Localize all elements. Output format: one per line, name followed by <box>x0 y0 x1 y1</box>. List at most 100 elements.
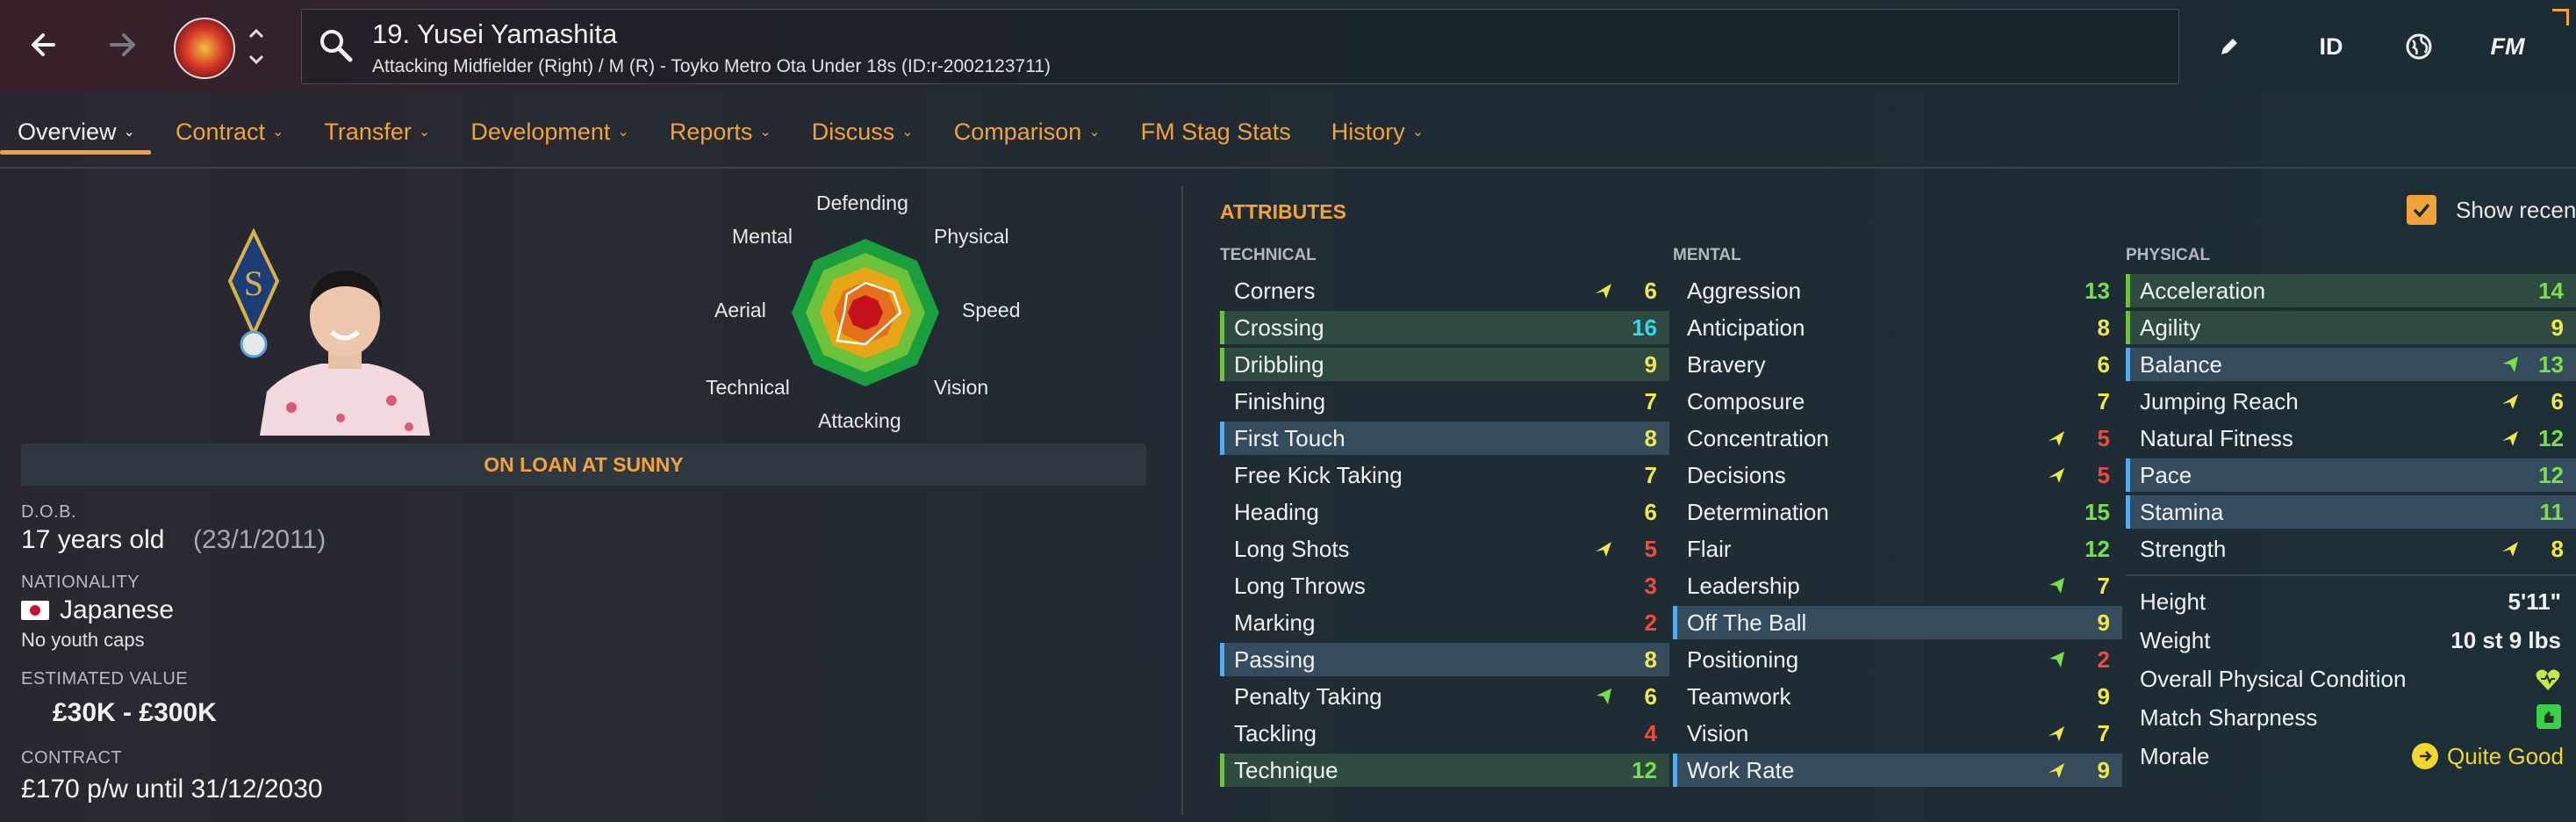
tab-comparison[interactable]: Comparison ⌄ <box>954 104 1101 160</box>
attribute-row-tackling[interactable]: Tackling 4 <box>1220 717 1669 750</box>
attribute-row-first-touch[interactable]: First Touch 8 <box>1220 422 1669 455</box>
show-recent-label: Show recen <box>2456 197 2576 223</box>
radar-label-vision: Vision <box>934 376 989 399</box>
heart-condition-icon[interactable] <box>2535 667 2561 696</box>
attribute-row-dribbling[interactable]: Dribbling 9 <box>1220 348 1669 381</box>
forward-arrow-icon[interactable] <box>100 23 144 67</box>
attribute-row-flair[interactable]: Flair 12 <box>1673 532 2122 566</box>
tab-development[interactable]: Development ⌄ <box>470 104 629 160</box>
club-crest-icon[interactable] <box>174 18 235 79</box>
highlight-bar <box>1673 606 1677 639</box>
attribute-row-long-shots[interactable]: Long Shots 5 <box>1220 532 1669 566</box>
contract-label: CONTRACT <box>21 748 123 768</box>
attribute-name: Positioning <box>1687 645 1799 673</box>
pencil-icon[interactable] <box>2212 25 2247 68</box>
attribute-value: 4 <box>1644 719 1657 746</box>
attribute-row-vision[interactable]: Vision 7 <box>1673 717 2122 750</box>
tab-history[interactable]: History ⌄ <box>1331 104 1424 160</box>
attribute-row-composure[interactable]: Composure 7 <box>1673 385 2122 418</box>
player-search-box[interactable]: 19. Yusei Yamashita Attacking Midfielder… <box>301 9 2179 84</box>
attribute-value: 7 <box>1644 387 1657 415</box>
attribute-value: 7 <box>2097 387 2110 415</box>
tab-transfer[interactable]: Transfer ⌄ <box>324 104 430 160</box>
nationality-value[interactable]: Japanese <box>60 595 174 625</box>
attribute-value: 12 <box>2538 461 2564 488</box>
tab-reports[interactable]: Reports ⌄ <box>670 104 771 160</box>
attribute-value: 6 <box>1644 277 1657 304</box>
nationality-label: NATIONALITY <box>21 573 140 592</box>
attribute-value: 8 <box>1644 424 1657 451</box>
tab-fm-stag-stats[interactable]: FM Stag Stats <box>1141 104 1291 160</box>
attribute-row-balance[interactable]: Balance 13 <box>2126 348 2576 381</box>
attribute-name: Flair <box>1687 535 1732 562</box>
highlight-bar <box>1220 348 1224 381</box>
show-recent-checkbox[interactable] <box>2407 195 2436 225</box>
attribute-value: 11 <box>2539 498 2565 525</box>
fm-logo-button[interactable]: FM <box>2486 25 2529 68</box>
attribute-row-anticipation[interactable]: Anticipation 8 <box>1673 311 2122 344</box>
attribute-row-strength[interactable]: Strength 8 <box>2126 532 2576 566</box>
attribute-name: Dribbling <box>1234 350 1324 378</box>
attribute-row-crossing[interactable]: Crossing 16 <box>1220 311 1669 344</box>
attribute-row-acceleration[interactable]: Acceleration 14 <box>2126 274 2576 307</box>
back-arrow-icon[interactable] <box>23 23 67 67</box>
attribute-row-long-throws[interactable]: Long Throws 3 <box>1220 569 1669 602</box>
attribute-value: 13 <box>2084 277 2110 304</box>
attribute-name: First Touch <box>1234 424 1345 451</box>
radar-label-defending: Defending <box>816 191 908 214</box>
attribute-row-stamina[interactable]: Stamina 11 <box>2126 495 2576 529</box>
chevron-up-icon[interactable] <box>246 23 267 44</box>
attribute-row-concentration[interactable]: Concentration 5 <box>1673 422 2122 455</box>
sharpness-icon[interactable] <box>2537 704 2561 729</box>
attribute-value: 3 <box>1644 572 1657 599</box>
sharpness-label: Match Sharpness <box>2140 704 2318 731</box>
attribute-value: 6 <box>2097 350 2110 378</box>
tab-discuss[interactable]: Discuss ⌄ <box>812 104 914 160</box>
attribute-row-decisions[interactable]: Decisions 5 <box>1673 458 2122 492</box>
attribute-row-natural-fitness[interactable]: Natural Fitness 12 <box>2126 422 2576 455</box>
attribute-row-marking[interactable]: Marking 2 <box>1220 606 1669 639</box>
attribute-row-bravery[interactable]: Bravery 6 <box>1673 348 2122 381</box>
attribute-row-pace[interactable]: Pace 12 <box>2126 458 2576 492</box>
player-photo <box>260 260 430 436</box>
id-button[interactable]: ID <box>2314 25 2349 68</box>
attribute-row-teamwork[interactable]: Teamwork 9 <box>1673 680 2122 713</box>
search-icon[interactable] <box>318 27 355 68</box>
highlight-bar <box>1220 643 1224 676</box>
attribute-row-leadership[interactable]: Leadership 7 <box>1673 569 2122 602</box>
attribute-row-passing[interactable]: Passing 8 <box>1220 643 1669 676</box>
attribute-value: 6 <box>1644 498 1657 525</box>
globe-icon[interactable] <box>2401 25 2436 68</box>
attribute-row-work-rate[interactable]: Work Rate 9 <box>1673 754 2122 787</box>
attribute-row-aggression[interactable]: Aggression 13 <box>1673 274 2122 307</box>
dob-value: (23/1/2011) <box>193 525 326 554</box>
tab-overview[interactable]: Overview ⌄ <box>0 104 151 160</box>
player-name-title: 19. Yusei Yamashita <box>372 18 618 49</box>
attribute-name: Leadership <box>1687 572 1800 599</box>
attribute-row-agility[interactable]: Agility 9 <box>2126 311 2576 344</box>
attribute-value: 13 <box>2538 350 2564 378</box>
chevron-down-icon: ⌄ <box>901 125 914 140</box>
attribute-row-penalty-taking[interactable]: Penalty Taking 6 <box>1220 680 1669 713</box>
attribute-name: Balance <box>2140 350 2222 378</box>
attribute-row-jumping-reach[interactable]: Jumping Reach 6 <box>2126 385 2576 418</box>
attribute-name: Stamina <box>2140 498 2224 525</box>
attribute-row-finishing[interactable]: Finishing 7 <box>1220 385 1669 418</box>
tab-label: Discuss <box>811 118 895 145</box>
chevron-down-icon[interactable] <box>246 49 267 70</box>
attribute-row-free-kick-taking[interactable]: Free Kick Taking 7 <box>1220 458 1669 492</box>
attribute-row-corners[interactable]: Corners 6 <box>1220 274 1669 307</box>
attribute-row-technique[interactable]: Technique 12 <box>1220 754 1669 787</box>
attribute-row-positioning[interactable]: Positioning 2 <box>1673 643 2122 676</box>
highlight-bar <box>2126 458 2130 492</box>
attribute-name: Marking <box>1234 609 1316 636</box>
attribute-row-off-the-ball[interactable]: Off The Ball 9 <box>1673 606 2122 639</box>
attribute-name: Composure <box>1687 387 1805 415</box>
highlight-bar <box>1673 754 1677 787</box>
chevron-down-icon: ⌄ <box>271 125 284 140</box>
attribute-row-determination[interactable]: Determination 15 <box>1673 495 2122 529</box>
attribute-row-heading[interactable]: Heading 6 <box>1220 495 1669 529</box>
tab-divider <box>0 167 2576 169</box>
tab-contract[interactable]: Contract ⌄ <box>176 104 283 160</box>
panel-divider <box>1181 186 1183 815</box>
